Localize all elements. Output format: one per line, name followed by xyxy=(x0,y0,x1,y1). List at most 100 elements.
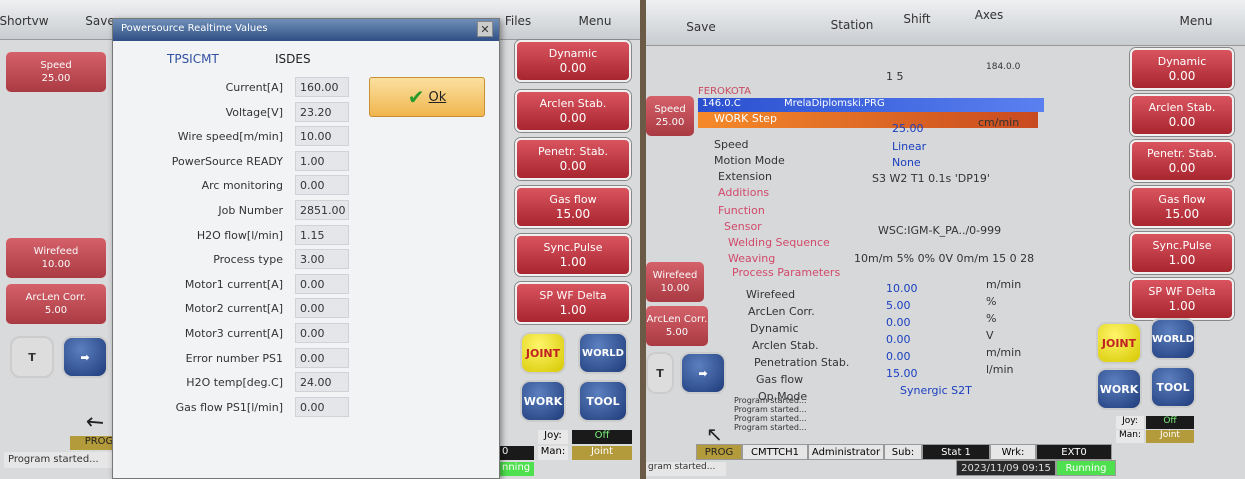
project-name: FEROKOTA xyxy=(698,86,751,97)
sync-pulse-value: 1.00 xyxy=(1168,253,1196,267)
zero-indicator: 0 xyxy=(500,446,534,460)
work-button[interactable]: WORK xyxy=(1096,368,1142,410)
wirefeed-label: Wirefeed xyxy=(652,270,698,281)
tree-welding-sequence[interactable]: Welding Sequence xyxy=(728,236,830,249)
gas-flow-button[interactable]: Gas flow 15.00 xyxy=(1130,186,1234,228)
world-button[interactable]: WORLD xyxy=(1150,318,1196,360)
value-field: 10.00 xyxy=(295,126,349,147)
param-unit: V xyxy=(986,329,994,342)
penetr-stab-button[interactable]: Penetr. Stab. 0.00 xyxy=(515,138,631,180)
tree-process-parameters[interactable]: Process Parameters xyxy=(732,266,840,279)
param-value: 0.00 xyxy=(886,316,911,329)
gas-flow-button[interactable]: Gas flow 15.00 xyxy=(515,186,631,228)
arrow-button[interactable]: ➡ xyxy=(62,336,108,378)
sensor-value: WSC:IGM-K_PA../0-999 xyxy=(878,224,1002,237)
arclen-stab-button[interactable]: Arclen Stab. 0.00 xyxy=(1130,94,1234,136)
penetr-stab-label: Penetr. Stab. xyxy=(537,145,609,158)
dynamic-value: 0.00 xyxy=(1168,69,1196,83)
param-value: Synergic S2T xyxy=(900,384,972,397)
files-button[interactable]: Files xyxy=(498,6,538,36)
sp-wf-delta-button[interactable]: SP WF Delta 1.00 xyxy=(1130,278,1234,320)
log-line: Program started... xyxy=(734,414,807,423)
menu-button[interactable]: Menu xyxy=(560,6,630,36)
joy-label: Joy: xyxy=(538,430,568,444)
value-field: 23.20 xyxy=(295,101,349,122)
tree-sensor[interactable]: Sensor xyxy=(724,220,762,233)
param-label: Dynamic xyxy=(750,322,799,335)
t-button[interactable]: T xyxy=(646,352,674,394)
arclen-stab-button[interactable]: Arclen Stab. 0.00 xyxy=(515,90,631,132)
value-field: 0.00 xyxy=(295,323,349,343)
value-row: PowerSource READY 1.00 xyxy=(113,150,373,173)
arclen-corr-button[interactable]: ArcLen Corr. 5.00 xyxy=(646,306,708,346)
value-label: Motor1 current[A] xyxy=(184,277,283,291)
dynamic-label: Dynamic xyxy=(548,47,598,60)
joy-value: Off xyxy=(1146,416,1194,429)
penetr-stab-value: 0.00 xyxy=(559,159,587,173)
param-unit: m/min xyxy=(986,346,1022,359)
param-label: Penetration Stab. xyxy=(754,356,850,369)
wirefeed-button[interactable]: Wirefeed 10.00 xyxy=(6,238,106,278)
save-button[interactable]: Save xyxy=(676,12,726,42)
sp-wf-delta-button[interactable]: SP WF Delta 1.00 xyxy=(515,282,631,324)
t-button[interactable]: T xyxy=(10,336,54,378)
menu-button[interactable]: Menu xyxy=(1166,6,1226,36)
arclen-stab-label: Arclen Stab. xyxy=(539,97,607,110)
joint-button[interactable]: JOINT xyxy=(520,332,566,374)
wirefeed-value: 10.00 xyxy=(41,259,71,270)
arrow-button[interactable]: ➡ xyxy=(680,352,726,394)
value-row: Motor1 current[A] 0.00 xyxy=(113,273,373,296)
running-indicator: Running xyxy=(1056,460,1116,476)
value-label: H2O flow[l/min] xyxy=(196,228,283,242)
joy-label: Joy: xyxy=(1116,416,1144,429)
speed-label: Speed xyxy=(654,104,686,115)
wirefeed-button[interactable]: Wirefeed 10.00 xyxy=(646,262,704,302)
speed-button[interactable]: Speed 25.00 xyxy=(646,96,694,136)
tree-function[interactable]: Function xyxy=(718,204,765,217)
program-log: Program started... Program started... Prog… xyxy=(734,396,807,432)
sync-pulse-value: 1.00 xyxy=(559,255,587,269)
value-row: Error number PS1 0.00 xyxy=(113,347,373,370)
dynamic-button[interactable]: Dynamic 0.00 xyxy=(1130,48,1234,90)
datetime: 2023/11/09 09:15 xyxy=(956,460,1056,476)
param-unit: m/min xyxy=(986,278,1022,291)
sync-pulse-label: Sync.Pulse xyxy=(543,241,603,254)
value-label: H2O temp[deg.C] xyxy=(186,376,283,390)
close-icon[interactable]: ✕ xyxy=(477,21,493,37)
axes-button[interactable]: Axes xyxy=(964,0,1014,30)
left-screen: Shortvw Save Files Menu Speed 25.00 Wire… xyxy=(0,0,640,479)
work-button[interactable]: WORK xyxy=(520,380,566,422)
ok-button[interactable]: ✔ Ok xyxy=(369,77,485,117)
joint-button[interactable]: JOINT xyxy=(1096,322,1142,364)
value-label: Voltage[V] xyxy=(225,105,283,119)
tree-weaving[interactable]: Weaving xyxy=(728,252,775,265)
sync-pulse-button[interactable]: Sync.Pulse 1.00 xyxy=(1130,232,1234,274)
speed-button[interactable]: Speed 25.00 xyxy=(6,52,106,92)
value-row: Motor2 current[A] 0.00 xyxy=(113,298,373,320)
log-line: Program started... xyxy=(734,396,807,405)
value-field: 0.00 xyxy=(295,175,349,196)
dynamic-button[interactable]: Dynamic 0.00 xyxy=(515,40,631,82)
speed-value: 25.00 xyxy=(655,117,685,128)
tool-button[interactable]: TOOL xyxy=(578,380,628,422)
world-button[interactable]: WORLD xyxy=(578,332,628,374)
penetr-stab-button[interactable]: Penetr. Stab. 0.00 xyxy=(1130,140,1234,182)
tool-button[interactable]: TOOL xyxy=(1150,366,1196,408)
station-button[interactable]: Station xyxy=(822,10,882,40)
gas-flow-label: Gas flow xyxy=(1158,193,1206,206)
param-value: 10.00 xyxy=(886,282,918,295)
shift-button[interactable]: Shift xyxy=(892,4,942,34)
value-label: Job Number xyxy=(218,204,283,217)
value-row: Job Number 2851.00 xyxy=(113,200,373,222)
arclen-corr-button[interactable]: ArcLen Corr. 5.00 xyxy=(6,284,106,324)
value-label: Motor2 current[A] xyxy=(184,302,283,316)
value-row: Arc monitoring 0.00 xyxy=(113,175,373,197)
arclen-corr-value: 5.00 xyxy=(665,327,689,338)
value-label: Process type xyxy=(213,253,283,267)
shortvw-button[interactable]: Shortvw xyxy=(0,6,49,36)
counter: 1 5 xyxy=(886,70,904,83)
right-screen: Save Station Shift Axes Menu Speed 25.00… xyxy=(646,0,1245,479)
tree-additions[interactable]: Additions xyxy=(718,186,769,199)
sync-pulse-button[interactable]: Sync.Pulse 1.00 xyxy=(515,234,631,276)
arclen-corr-label: ArcLen Corr. xyxy=(646,314,708,325)
